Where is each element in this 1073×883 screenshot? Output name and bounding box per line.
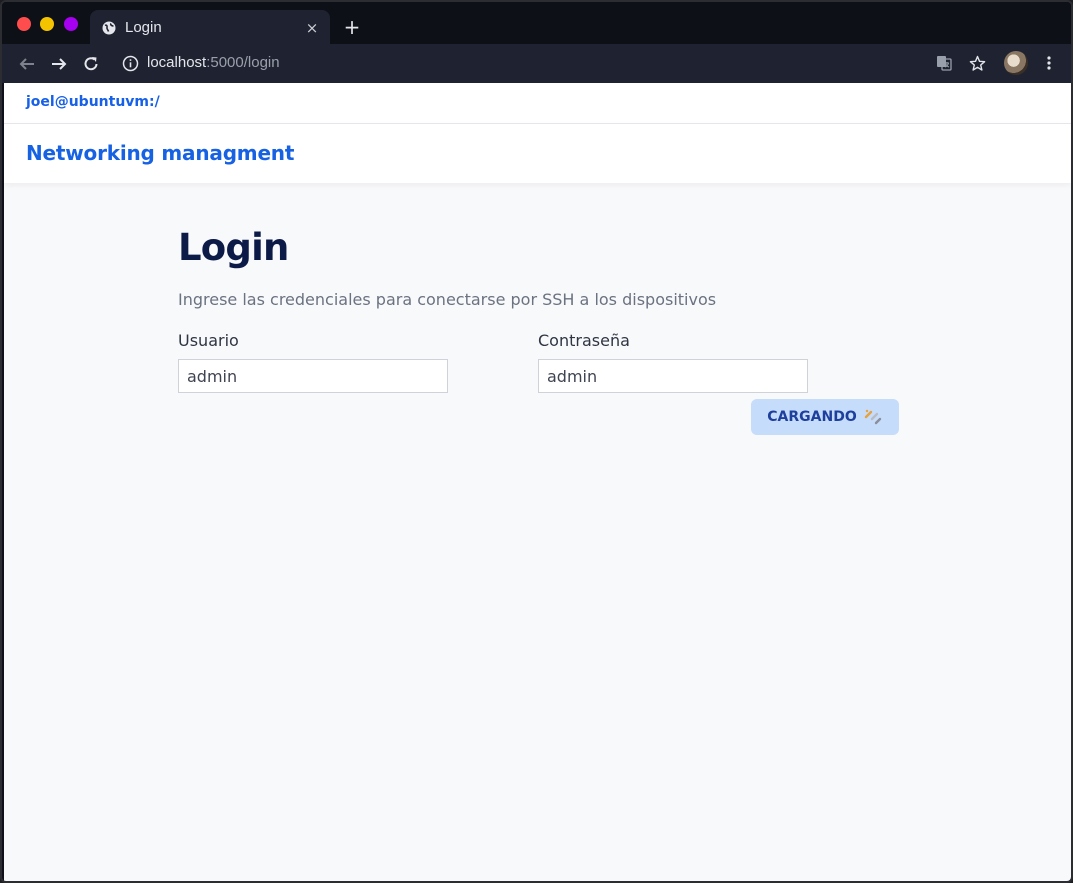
browser-menu-button[interactable]	[1038, 52, 1060, 74]
credential-fields: Usuario Contraseña	[178, 331, 908, 397]
username-group: Usuario	[178, 331, 448, 393]
url-path: :5000/login	[206, 54, 280, 71]
maximize-window-button[interactable]	[64, 17, 78, 31]
password-label: Contraseña	[538, 331, 630, 350]
tab-close-icon[interactable]: ×	[304, 19, 320, 37]
submit-label: CARGANDO	[767, 409, 857, 425]
terminal-bar: joel@ubuntuvm:/	[4, 83, 1071, 124]
browser-window: Login × + localhost:5000/login joel@ubun…	[0, 0, 1073, 883]
login-subtitle: Ingrese las credenciales para conectarse…	[178, 290, 717, 309]
arrow-left-icon	[19, 58, 34, 70]
submit-button[interactable]: CARGANDO	[751, 399, 899, 435]
minimize-window-button[interactable]	[40, 17, 54, 31]
forward-button[interactable]	[48, 53, 70, 75]
login-form: Login Ingrese las credenciales para cone…	[178, 226, 908, 397]
address-bar[interactable]: localhost:5000/login	[147, 54, 280, 71]
terminal-user-label: joel@ubuntuvm:/	[26, 94, 160, 110]
brand-link[interactable]: Networking managment	[26, 141, 294, 165]
arrow-right-icon	[52, 58, 67, 70]
page-viewport: joel@ubuntuvm:/ Networking managment Log…	[4, 83, 1071, 881]
reload-button[interactable]	[80, 53, 102, 75]
page-title: Login	[178, 226, 289, 269]
navbar: Networking managment	[4, 124, 1071, 183]
username-input[interactable]	[178, 359, 448, 393]
browser-tab[interactable]: Login ×	[90, 10, 330, 45]
close-window-button[interactable]	[17, 17, 31, 31]
translate-icon	[937, 56, 952, 71]
tab-title: Login	[125, 19, 162, 36]
kebab-menu-icon	[1047, 56, 1051, 70]
new-tab-button[interactable]: +	[342, 15, 362, 39]
bookmark-button[interactable]	[966, 52, 988, 74]
star-icon	[969, 55, 985, 71]
translate-button[interactable]	[933, 52, 955, 74]
password-group: Contraseña	[538, 331, 808, 393]
username-label: Usuario	[178, 331, 239, 350]
avatar[interactable]	[1004, 51, 1028, 75]
browser-toolbar: localhost:5000/login	[2, 44, 1071, 83]
tab-strip: Login × +	[2, 2, 1071, 45]
sparkle-icon	[864, 409, 881, 425]
globe-icon	[102, 21, 116, 34]
back-button[interactable]	[16, 53, 38, 75]
password-input[interactable]	[538, 359, 808, 393]
url-host: localhost	[147, 54, 207, 71]
info-icon[interactable]	[122, 55, 139, 72]
reload-icon	[84, 57, 98, 71]
